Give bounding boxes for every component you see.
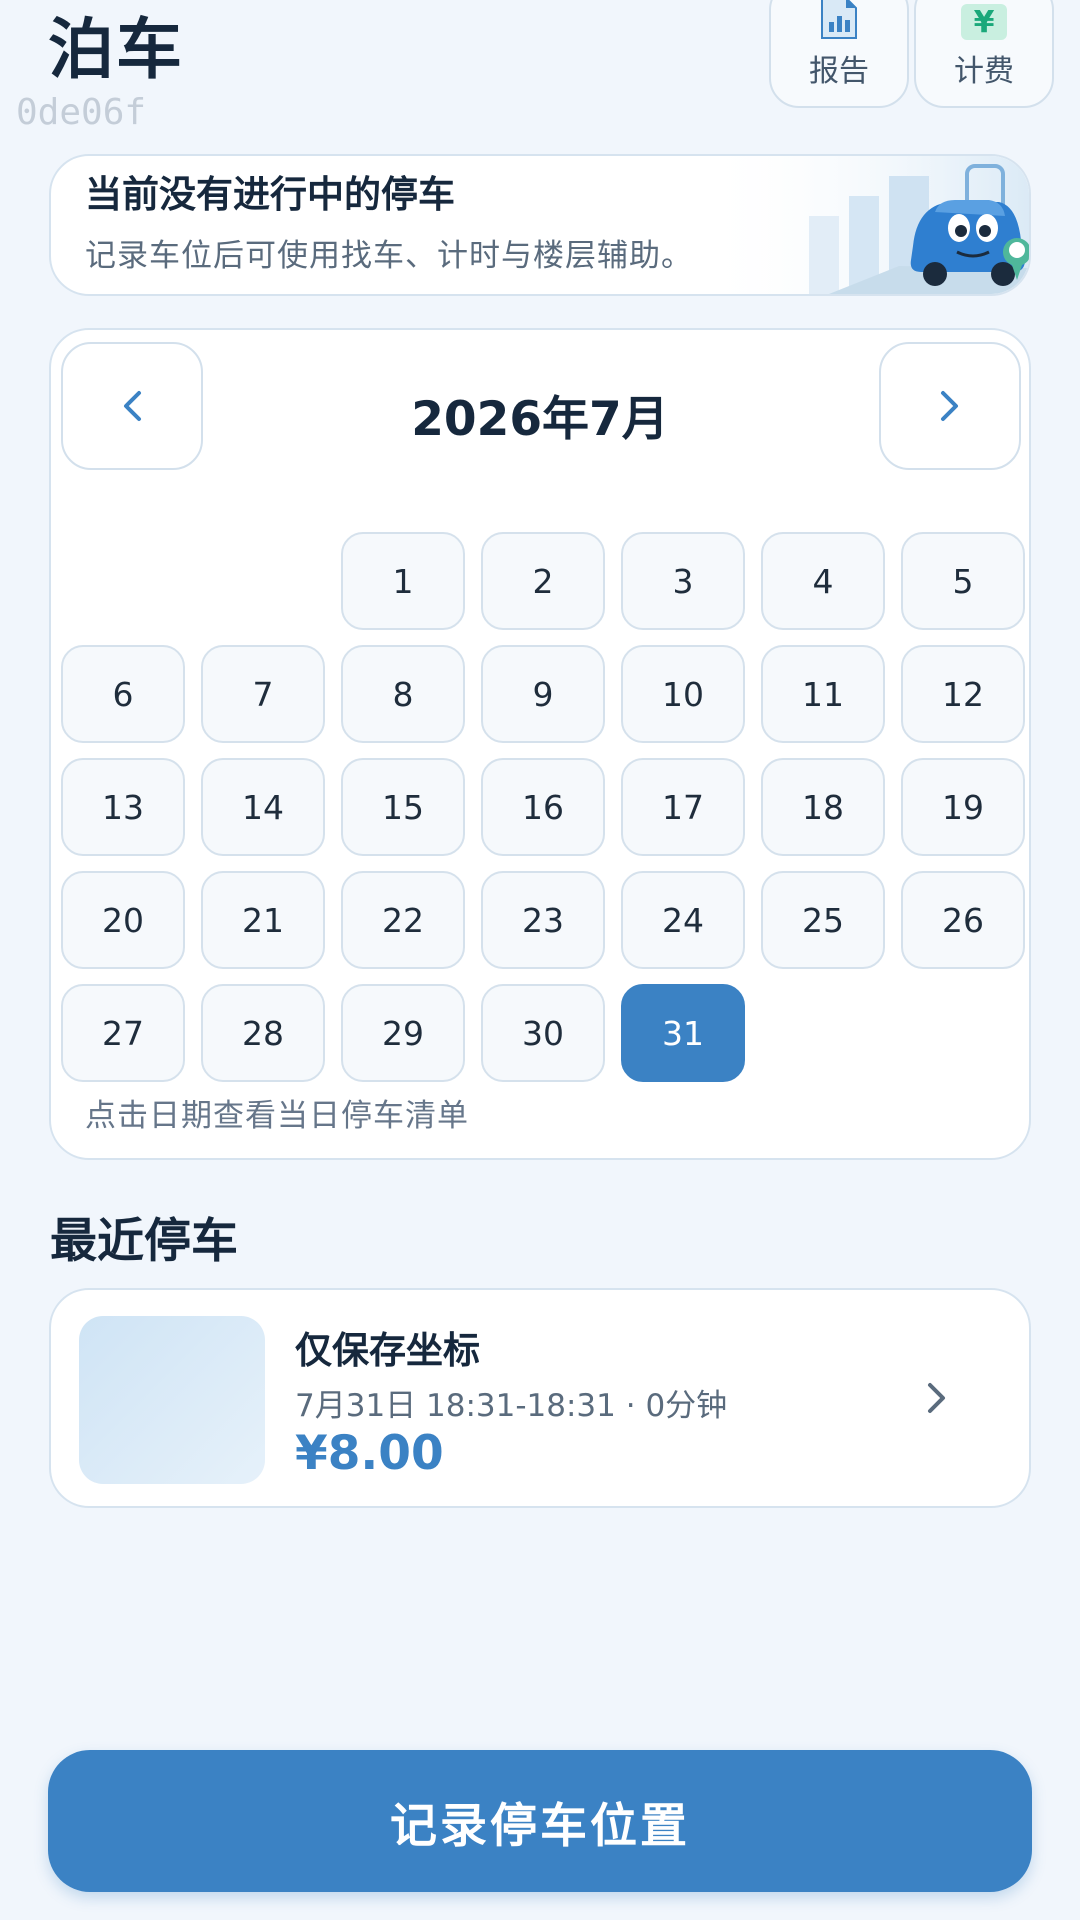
fee-button[interactable]: ¥ 计费 xyxy=(914,0,1054,108)
calendar-day[interactable]: 21 xyxy=(201,871,325,969)
parking-thumbnail xyxy=(79,1316,265,1484)
recent-item-time: 7月31日 18:31-18:31 · 0分钟 xyxy=(295,1388,728,1424)
calendar-day[interactable]: 2 xyxy=(481,532,605,630)
calendar-day[interactable]: 9 xyxy=(481,645,605,743)
chevron-right-icon xyxy=(941,391,958,421)
parking-status-banner: 当前没有进行中的停车 记录车位后可使用找车、计时与楼层辅助。 xyxy=(49,154,1031,296)
calendar-day[interactable]: 17 xyxy=(621,758,745,856)
calendar-day[interactable]: 16 xyxy=(481,758,605,856)
calendar-hint: 点击日期查看当日停车清单 xyxy=(85,1098,469,1134)
recent-parking-item[interactable]: 仅保存坐标 7月31日 18:31-18:31 · 0分钟 ¥8.00 xyxy=(49,1288,1031,1508)
calendar-day[interactable]: 12 xyxy=(901,645,1025,743)
calendar-card: 2026年7月 1 2 3 4 5 6 7 8 9 10 11 12 13 14 15 16 17 18 19 20 2… xyxy=(49,328,1031,1160)
calendar-day[interactable]: 14 xyxy=(201,758,325,856)
calendar-day[interactable]: 19 xyxy=(901,758,1025,856)
calendar-day[interactable]: 22 xyxy=(341,871,465,969)
calendar-day[interactable]: 20 xyxy=(61,871,185,969)
calendar-day[interactable]: 23 xyxy=(481,871,605,969)
report-label: 报告 xyxy=(809,54,869,89)
report-button[interactable]: 报告 xyxy=(769,0,909,108)
banner-subtitle: 记录车位后可使用找车、计时与楼层辅助。 xyxy=(85,238,693,274)
calendar-day[interactable]: 11 xyxy=(761,645,885,743)
calendar-day[interactable]: 13 xyxy=(61,758,185,856)
calendar-day[interactable]: 6 xyxy=(61,645,185,743)
calendar-day[interactable]: 3 xyxy=(621,532,745,630)
recent-item-price: ¥8.00 xyxy=(295,1426,444,1481)
calendar-day[interactable]: 5 xyxy=(901,532,1025,630)
calendar-day[interactable]: 8 xyxy=(341,645,465,743)
fee-label: 计费 xyxy=(954,54,1014,89)
car-illustration-icon xyxy=(699,156,1029,294)
calendar-day[interactable]: 29 xyxy=(341,984,465,1082)
recent-item-title: 仅保存坐标 xyxy=(295,1329,480,1372)
page-title: 泊车 xyxy=(48,11,184,88)
calendar-day[interactable]: 18 xyxy=(761,758,885,856)
calendar-day[interactable]: 27 xyxy=(61,984,185,1082)
calendar-day[interactable]: 24 xyxy=(621,871,745,969)
calendar-day[interactable]: 4 xyxy=(761,532,885,630)
calendar-day[interactable]: 26 xyxy=(901,871,1025,969)
calendar-day[interactable]: 30 xyxy=(481,984,605,1082)
calendar-day[interactable]: 7 xyxy=(201,645,325,743)
calendar-day[interactable]: 10 xyxy=(621,645,745,743)
calendar-day[interactable]: 28 xyxy=(201,984,325,1082)
bar-chart-icon xyxy=(821,0,857,39)
calendar-day[interactable]: 15 xyxy=(341,758,465,856)
banner-title: 当前没有进行中的停车 xyxy=(85,173,455,216)
next-month-button[interactable] xyxy=(879,342,1021,470)
yen-icon: ¥ xyxy=(961,4,1007,40)
calendar-day[interactable]: 31 xyxy=(621,984,745,1082)
record-parking-button[interactable]: 记录停车位置 xyxy=(48,1750,1032,1892)
calendar-day[interactable]: 1 xyxy=(341,532,465,630)
build-id-label: 0de06f xyxy=(16,92,147,133)
calendar-day[interactable]: 25 xyxy=(761,871,885,969)
chevron-right-icon xyxy=(915,1376,959,1420)
recent-section-title: 最近停车 xyxy=(50,1214,238,1269)
